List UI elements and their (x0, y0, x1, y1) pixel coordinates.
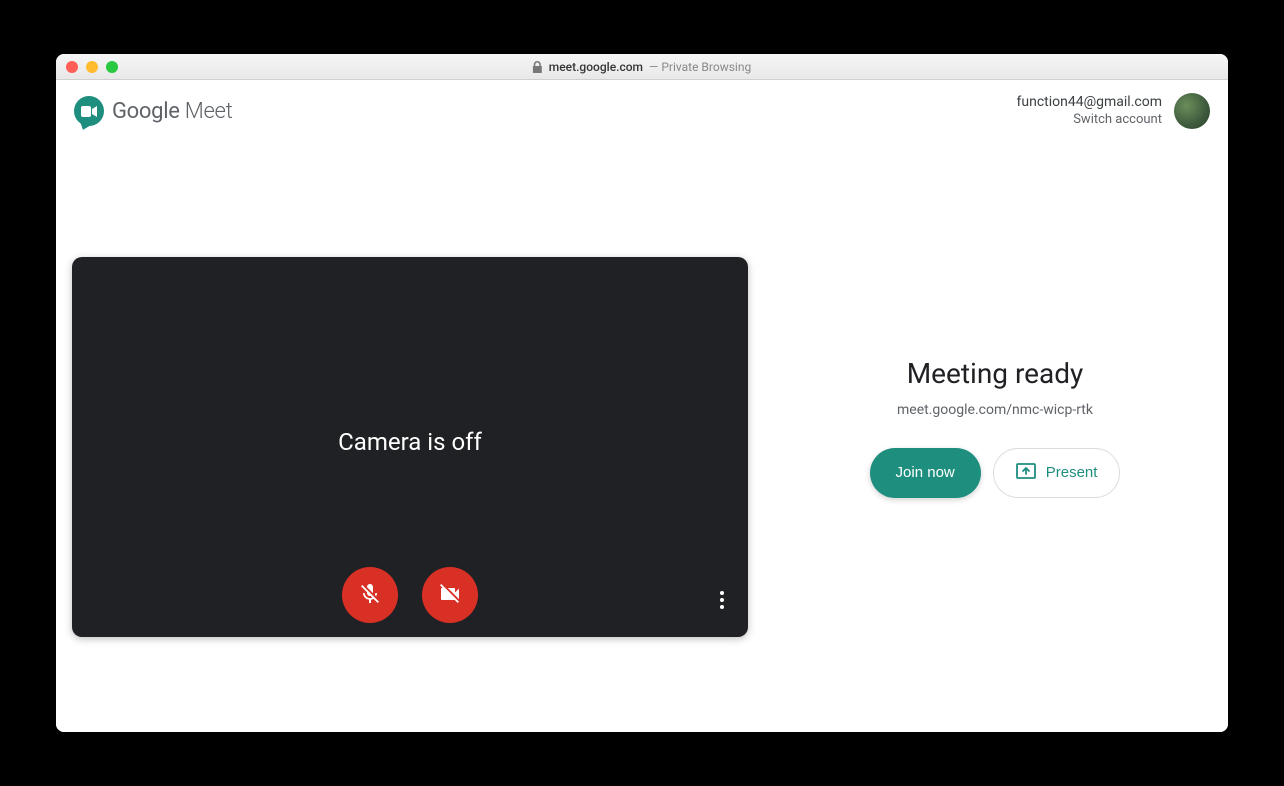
logo-text-meet: Meet (180, 99, 233, 124)
join-now-label: Join now (896, 464, 955, 481)
logo-area[interactable]: Google Meet (74, 96, 232, 126)
toggle-camera-button[interactable] (422, 567, 478, 623)
main-area: Camera is off (56, 142, 1228, 732)
address-domain: meet.google.com (549, 60, 643, 74)
page-content: Google Meet function44@gmail.com Switch … (56, 80, 1228, 732)
account-email: function44@gmail.com (1017, 93, 1163, 111)
logo-text: Google Meet (112, 99, 232, 124)
more-vertical-icon (720, 591, 724, 609)
meeting-url: meet.google.com/nmc-wicp-rtk (897, 402, 1093, 418)
toggle-mic-button[interactable] (342, 567, 398, 623)
account-text: function44@gmail.com Switch account (1017, 93, 1163, 128)
present-icon (1016, 463, 1036, 483)
traffic-lights (56, 61, 118, 73)
meet-logo-icon (74, 96, 104, 126)
switch-account-link[interactable]: Switch account (1017, 112, 1163, 129)
join-now-button[interactable]: Join now (870, 448, 981, 498)
close-window-button[interactable] (66, 61, 78, 73)
minimize-window-button[interactable] (86, 61, 98, 73)
avatar[interactable] (1174, 93, 1210, 129)
lock-icon (533, 61, 543, 73)
button-row: Join now Present (870, 448, 1121, 498)
page-header: Google Meet function44@gmail.com Switch … (56, 80, 1228, 142)
maximize-window-button[interactable] (106, 61, 118, 73)
browser-window: meet.google.com — Private Browsing Googl… (56, 54, 1228, 732)
address-bar[interactable]: meet.google.com — Private Browsing (533, 60, 751, 74)
logo-text-google: Google (112, 99, 180, 124)
present-button[interactable]: Present (993, 448, 1121, 498)
camera-off-icon (438, 582, 462, 609)
more-options-button[interactable] (714, 585, 730, 615)
join-panel: Meeting ready meet.google.com/nmc-wicp-r… (778, 357, 1212, 498)
camera-status-text: Camera is off (338, 428, 482, 456)
meeting-title: Meeting ready (907, 357, 1084, 390)
mic-off-icon (358, 582, 382, 609)
account-area: function44@gmail.com Switch account (1017, 93, 1211, 129)
video-controls (342, 567, 478, 623)
title-bar: meet.google.com — Private Browsing (56, 54, 1228, 80)
video-preview: Camera is off (72, 257, 748, 637)
present-label: Present (1046, 464, 1098, 481)
address-suffix: — Private Browsing (649, 60, 751, 74)
